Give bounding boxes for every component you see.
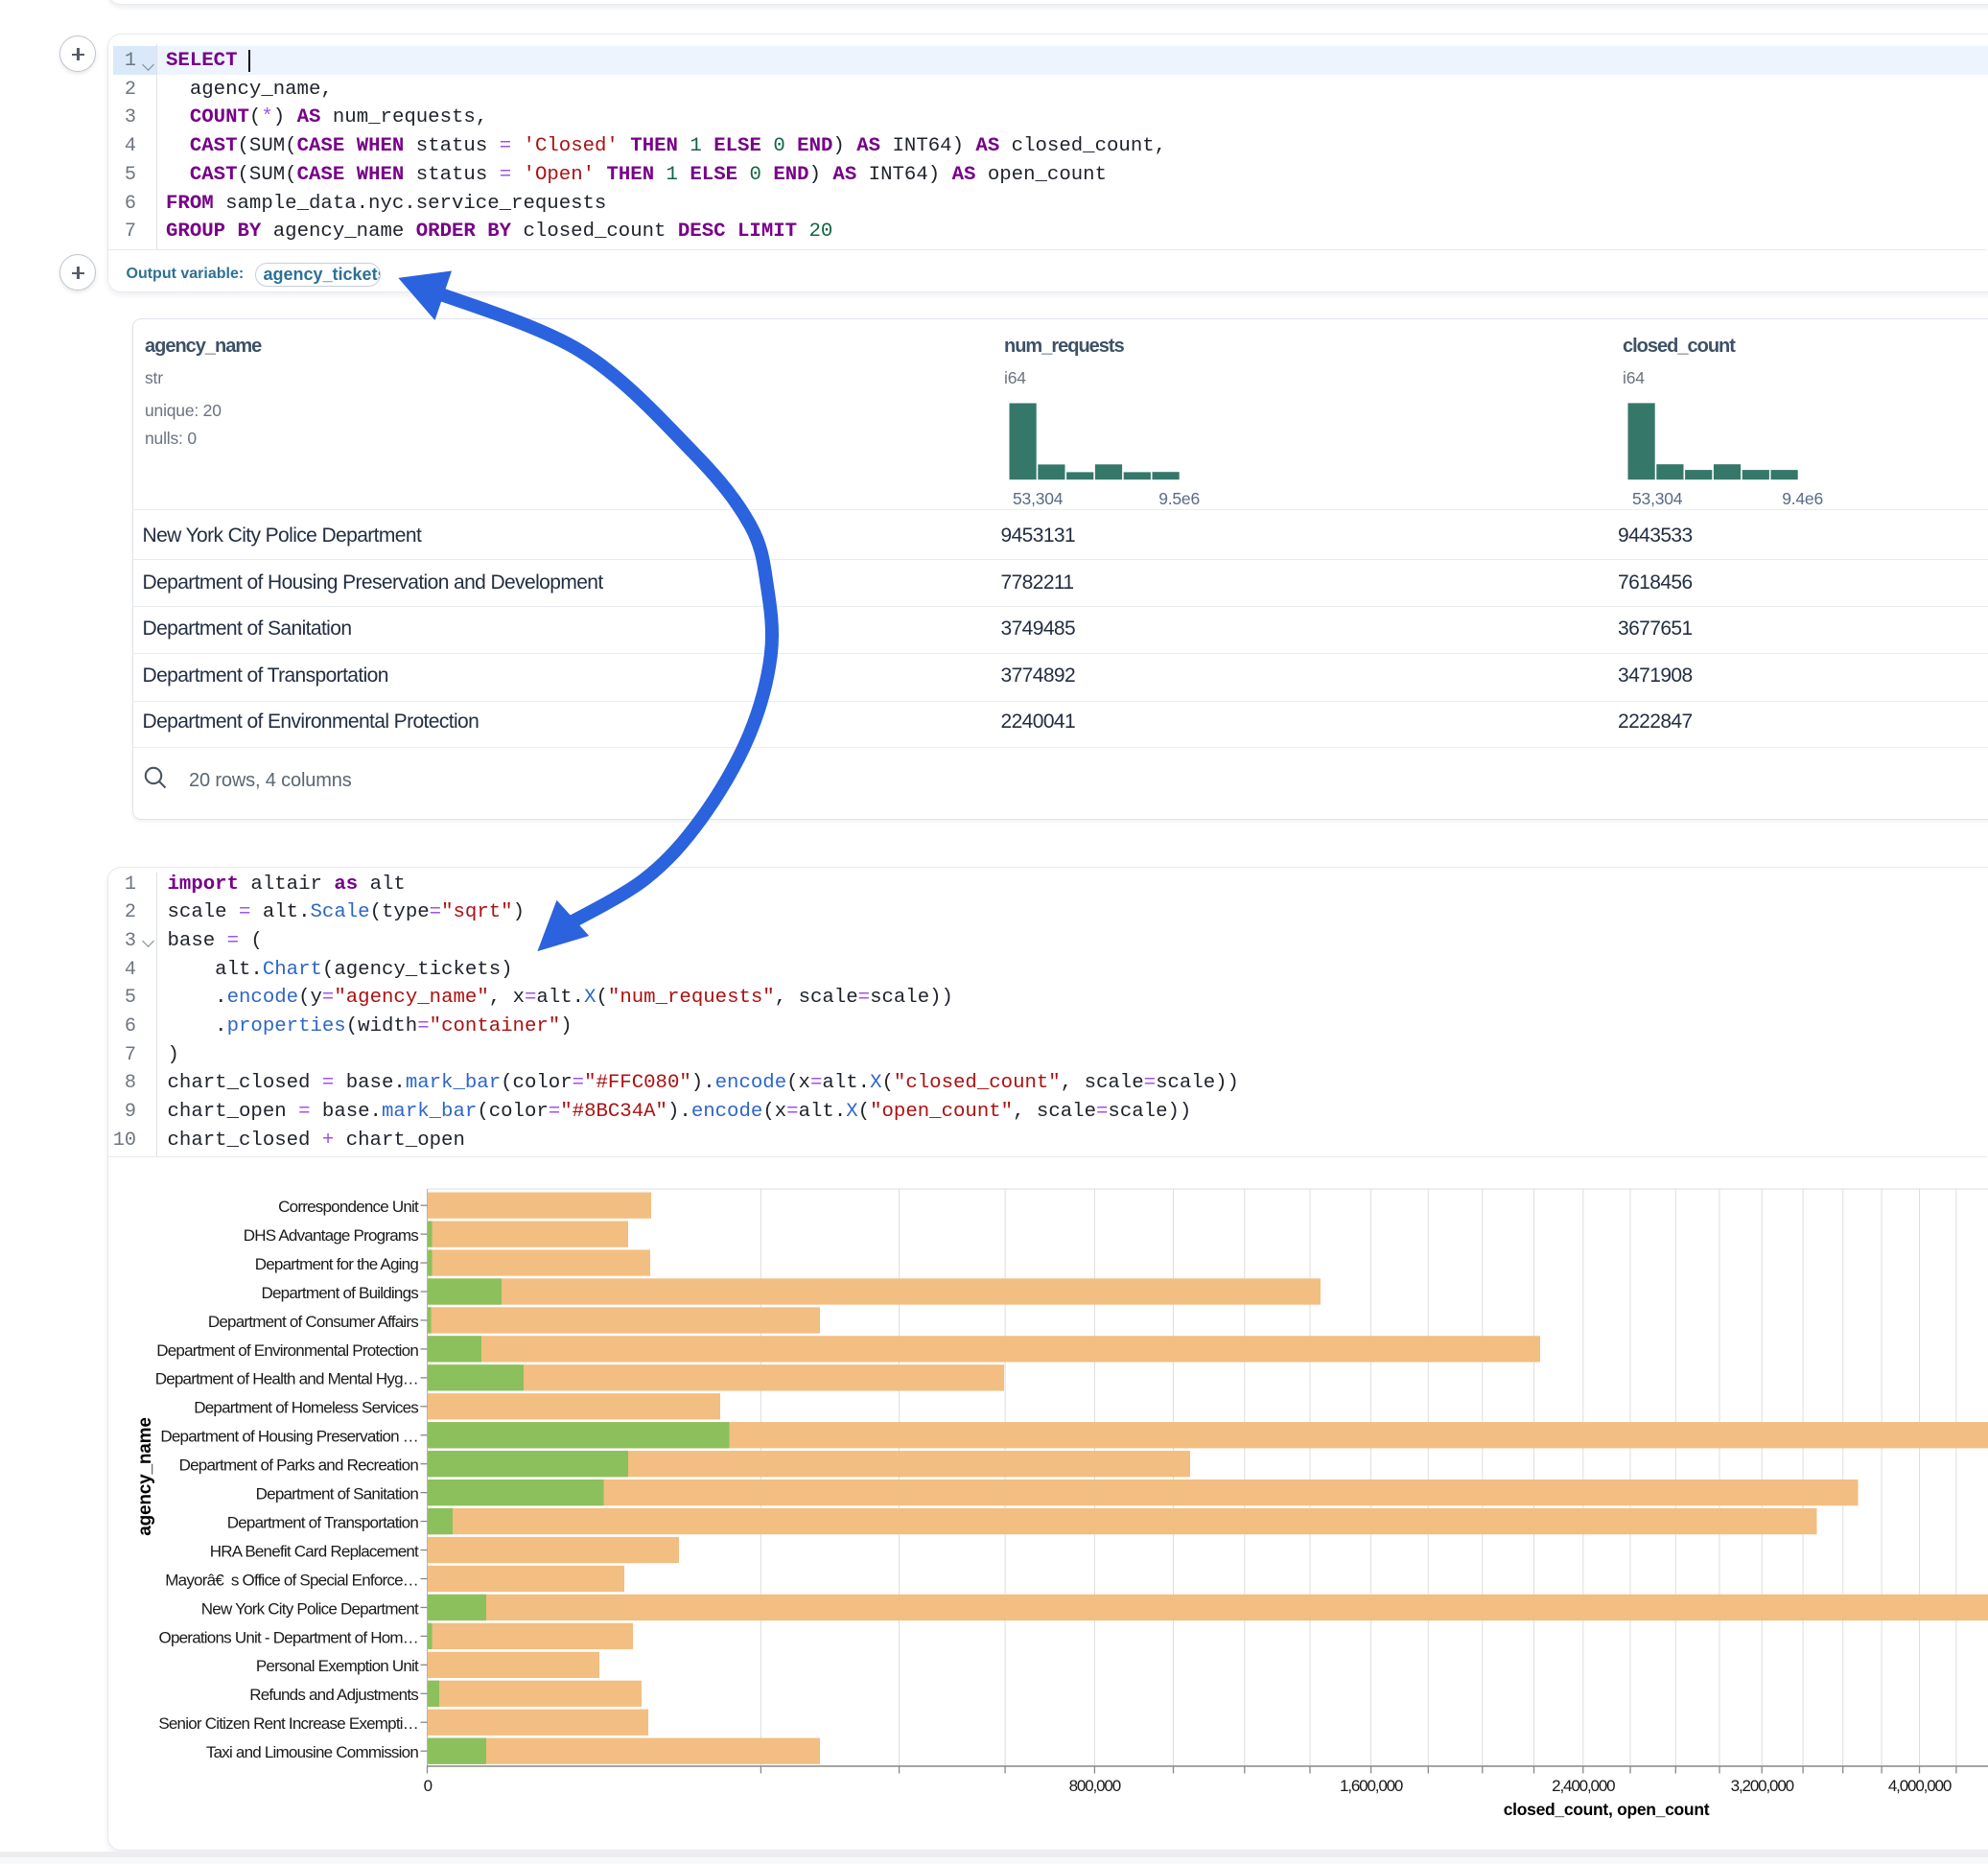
svg-text:1,600,000: 1,600,000	[1340, 1777, 1403, 1795]
svg-text:53,304: 53,304	[1632, 489, 1683, 508]
svg-text:Personal Exemption Unit: Personal Exemption Unit	[256, 1657, 419, 1675]
svg-text:800,000: 800,000	[1069, 1777, 1121, 1795]
svg-text:3,200,000: 3,200,000	[1731, 1777, 1794, 1795]
svg-text:Department of Environmental Pr: Department of Environmental Protection	[156, 1341, 418, 1360]
svg-text:0: 0	[424, 1777, 433, 1795]
svg-text:Department of Health and Menta: Department of Health and Mental Hyg…	[155, 1370, 418, 1388]
svg-text:HRA Benefit Card Replacement: HRA Benefit Card Replacement	[210, 1542, 419, 1560]
svg-text:Department of Transportation: Department of Transportation	[227, 1513, 419, 1531]
svg-text:9.4e6: 9.4e6	[1782, 489, 1823, 508]
svg-text:Department for the Aging: Department for the Aging	[255, 1255, 419, 1273]
svg-text:closed_count, open_count: closed_count, open_count	[1504, 1800, 1710, 1819]
svg-text:9.5e6: 9.5e6	[1158, 489, 1200, 508]
svg-text:53,304: 53,304	[1013, 489, 1064, 508]
svg-text:Department of Sanitation: Department of Sanitation	[256, 1485, 419, 1503]
svg-text:4,000,000: 4,000,000	[1888, 1777, 1952, 1795]
svg-text:Mayorâ€ s Office of Special E: Mayorâ€ s Office of Special Enforce…	[165, 1571, 418, 1589]
svg-text:Refunds and Adjustments: Refunds and Adjustments	[249, 1686, 418, 1704]
svg-text:Department of Parks and Recrea: Department of Parks and Recreation	[179, 1456, 419, 1475]
svg-text:Department of Homeless Service: Department of Homeless Services	[194, 1399, 418, 1417]
svg-text:Operations Unit - Department o: Operations Unit - Department of Hom…	[159, 1628, 418, 1646]
svg-text:Department of Consumer Affairs: Department of Consumer Affairs	[208, 1313, 418, 1331]
svg-text:Department of Housing Preserva: Department of Housing Preservation …	[160, 1428, 418, 1446]
svg-text:Taxi and Limousine Commission: Taxi and Limousine Commission	[206, 1743, 418, 1761]
svg-text:Department of Buildings: Department of Buildings	[262, 1284, 419, 1302]
svg-text:2,400,000: 2,400,000	[1552, 1777, 1615, 1795]
svg-text:Senior Citizen Rent Increase E: Senior Citizen Rent Increase Exempti…	[158, 1714, 418, 1733]
svg-text:agency_name: agency_name	[135, 1417, 155, 1535]
svg-text:DHS Advantage Programs: DHS Advantage Programs	[244, 1226, 418, 1245]
svg-text:Correspondence Unit: Correspondence Unit	[278, 1198, 419, 1216]
svg-text:New York City Police Departmen: New York City Police Department	[201, 1599, 419, 1618]
